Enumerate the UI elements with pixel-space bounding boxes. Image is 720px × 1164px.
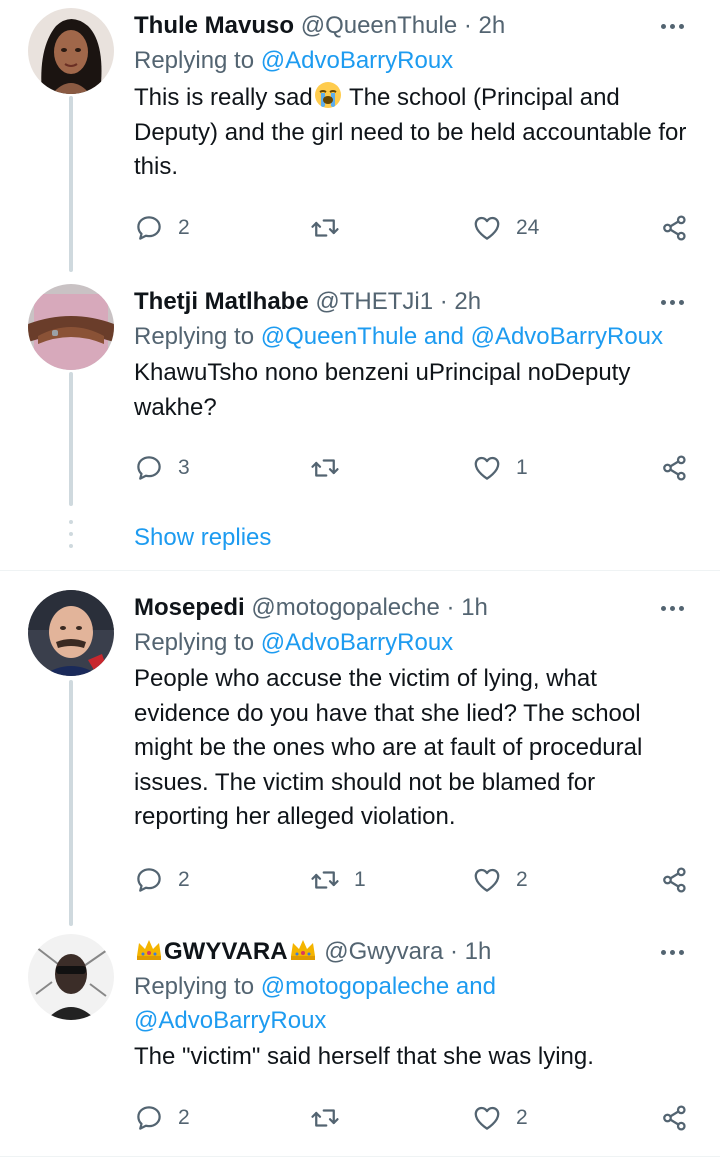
reply-button[interactable]: 2 xyxy=(134,1098,190,1138)
like-button[interactable]: 2 xyxy=(472,1098,528,1138)
user-handle[interactable]: @motogopaleche xyxy=(251,594,439,621)
show-replies-link[interactable]: Show replies xyxy=(134,520,271,556)
share-button[interactable] xyxy=(660,208,690,248)
user-handle[interactable]: @QueenThule xyxy=(301,12,457,39)
like-button[interactable]: 1 xyxy=(472,448,528,488)
timestamp[interactable]: 1h xyxy=(465,938,492,965)
tweet-actions: 2 24 xyxy=(134,208,694,248)
crown-emoji xyxy=(137,940,161,960)
avatar[interactable] xyxy=(28,934,114,1020)
user-handle[interactable]: @THETJi1 xyxy=(315,288,433,315)
replying-to: Replying to @QueenThule and @AdvoBarryRo… xyxy=(134,320,690,354)
retweet-button[interactable] xyxy=(310,208,354,248)
share-icon xyxy=(663,455,686,481)
replying-to-label: Replying to xyxy=(134,973,255,1000)
share-button[interactable] xyxy=(660,448,690,488)
tweet-actions: 2 1 2 xyxy=(134,860,694,900)
more-options-icon[interactable] xyxy=(654,590,690,626)
divider xyxy=(0,570,720,571)
thread-line xyxy=(69,96,73,272)
tweet-text-start: This is really sad xyxy=(134,84,313,111)
thread-line xyxy=(69,680,73,926)
crown-emoji xyxy=(290,940,315,960)
share-icon xyxy=(663,867,686,893)
retweet-icon xyxy=(311,459,339,477)
tweet-text: The "victim" said herself that she was l… xyxy=(134,1043,594,1070)
heart-icon xyxy=(474,1106,500,1130)
avatar[interactable] xyxy=(28,8,114,94)
avatar[interactable] xyxy=(28,284,114,370)
dot-separator: · xyxy=(446,594,455,621)
timestamp[interactable]: 2h xyxy=(479,12,506,39)
display-name[interactable]: Thule Mavuso xyxy=(134,12,294,39)
timestamp[interactable]: 1h xyxy=(461,594,488,621)
replying-to: Replying to @AdvoBarryRoux xyxy=(134,626,690,660)
divider xyxy=(0,1156,720,1157)
retweet-icon xyxy=(311,219,339,237)
more-options-icon[interactable] xyxy=(654,934,690,970)
dot-separator: · xyxy=(449,938,458,965)
avatar[interactable] xyxy=(28,590,114,676)
more-options-icon[interactable] xyxy=(654,284,690,320)
replying-to-link[interactable]: @QueenThule and @AdvoBarryRoux xyxy=(261,323,663,350)
share-icon xyxy=(663,215,686,241)
more-options-icon[interactable] xyxy=(654,8,690,44)
reply-button[interactable]: 2 xyxy=(134,208,190,248)
user-handle[interactable]: @Gwyvara xyxy=(324,938,443,965)
reply-count: 2 xyxy=(178,868,190,891)
like-count: 24 xyxy=(516,216,540,239)
replying-to-link[interactable]: @AdvoBarryRoux xyxy=(261,47,453,74)
replying-to: Replying to @AdvoBarryRoux xyxy=(134,44,690,78)
replying-to-label: Replying to xyxy=(134,47,255,74)
retweet-button[interactable] xyxy=(310,448,354,488)
retweet-button[interactable] xyxy=(310,1098,354,1138)
reply-icon xyxy=(137,456,161,480)
reply-count: 2 xyxy=(178,1106,190,1129)
replying-to-link[interactable]: @AdvoBarryRoux xyxy=(261,629,453,656)
retweet-icon xyxy=(311,871,339,889)
like-count: 1 xyxy=(516,456,528,479)
thread-continuation-dots xyxy=(69,520,73,552)
reply-button[interactable]: 2 xyxy=(134,860,190,900)
reply-button[interactable]: 3 xyxy=(134,448,190,488)
dot-separator: · xyxy=(439,288,448,315)
share-button[interactable] xyxy=(660,1098,690,1138)
replying-to-label: Replying to xyxy=(134,629,255,656)
display-name[interactable]: GWYVARA xyxy=(164,938,288,965)
dot-separator: · xyxy=(463,12,472,39)
retweet-count: 1 xyxy=(354,868,366,891)
reply-icon xyxy=(137,868,161,892)
reply-count: 3 xyxy=(178,456,190,479)
reply-icon xyxy=(137,216,161,240)
tweet-text: This is really sad The school (Principal… xyxy=(134,80,690,185)
display-name[interactable]: Mosepedi xyxy=(134,594,245,621)
like-button[interactable]: 2 xyxy=(472,860,528,900)
loudly-crying-face-emoji xyxy=(314,82,341,108)
share-button[interactable] xyxy=(660,860,690,900)
heart-icon xyxy=(474,868,500,892)
reply-icon xyxy=(137,1106,161,1130)
timestamp[interactable]: 2h xyxy=(454,288,481,315)
tweet-text: KhawuTsho nono benzeni uPrincipal noDepu… xyxy=(134,359,631,421)
replying-to: Replying to @motogopaleche and @AdvoBarr… xyxy=(134,970,690,1038)
like-count: 2 xyxy=(516,868,528,891)
heart-icon xyxy=(474,456,500,480)
retweet-icon xyxy=(311,1109,339,1127)
replying-to-label: Replying to xyxy=(134,323,255,350)
retweet-button[interactable]: 1 xyxy=(310,860,366,900)
like-count: 2 xyxy=(516,1106,528,1129)
tweet-text: People who accuse the victim of lying, w… xyxy=(134,665,643,830)
tweet-actions: 3 1 xyxy=(134,448,694,488)
tweet-actions: 2 2 xyxy=(134,1098,694,1138)
share-icon xyxy=(663,1105,686,1131)
heart-icon xyxy=(474,216,500,240)
reply-count: 2 xyxy=(178,216,190,239)
thread-line xyxy=(69,372,73,506)
like-button[interactable]: 24 xyxy=(472,208,539,248)
display-name[interactable]: Thetji Matlhabe xyxy=(134,288,309,315)
